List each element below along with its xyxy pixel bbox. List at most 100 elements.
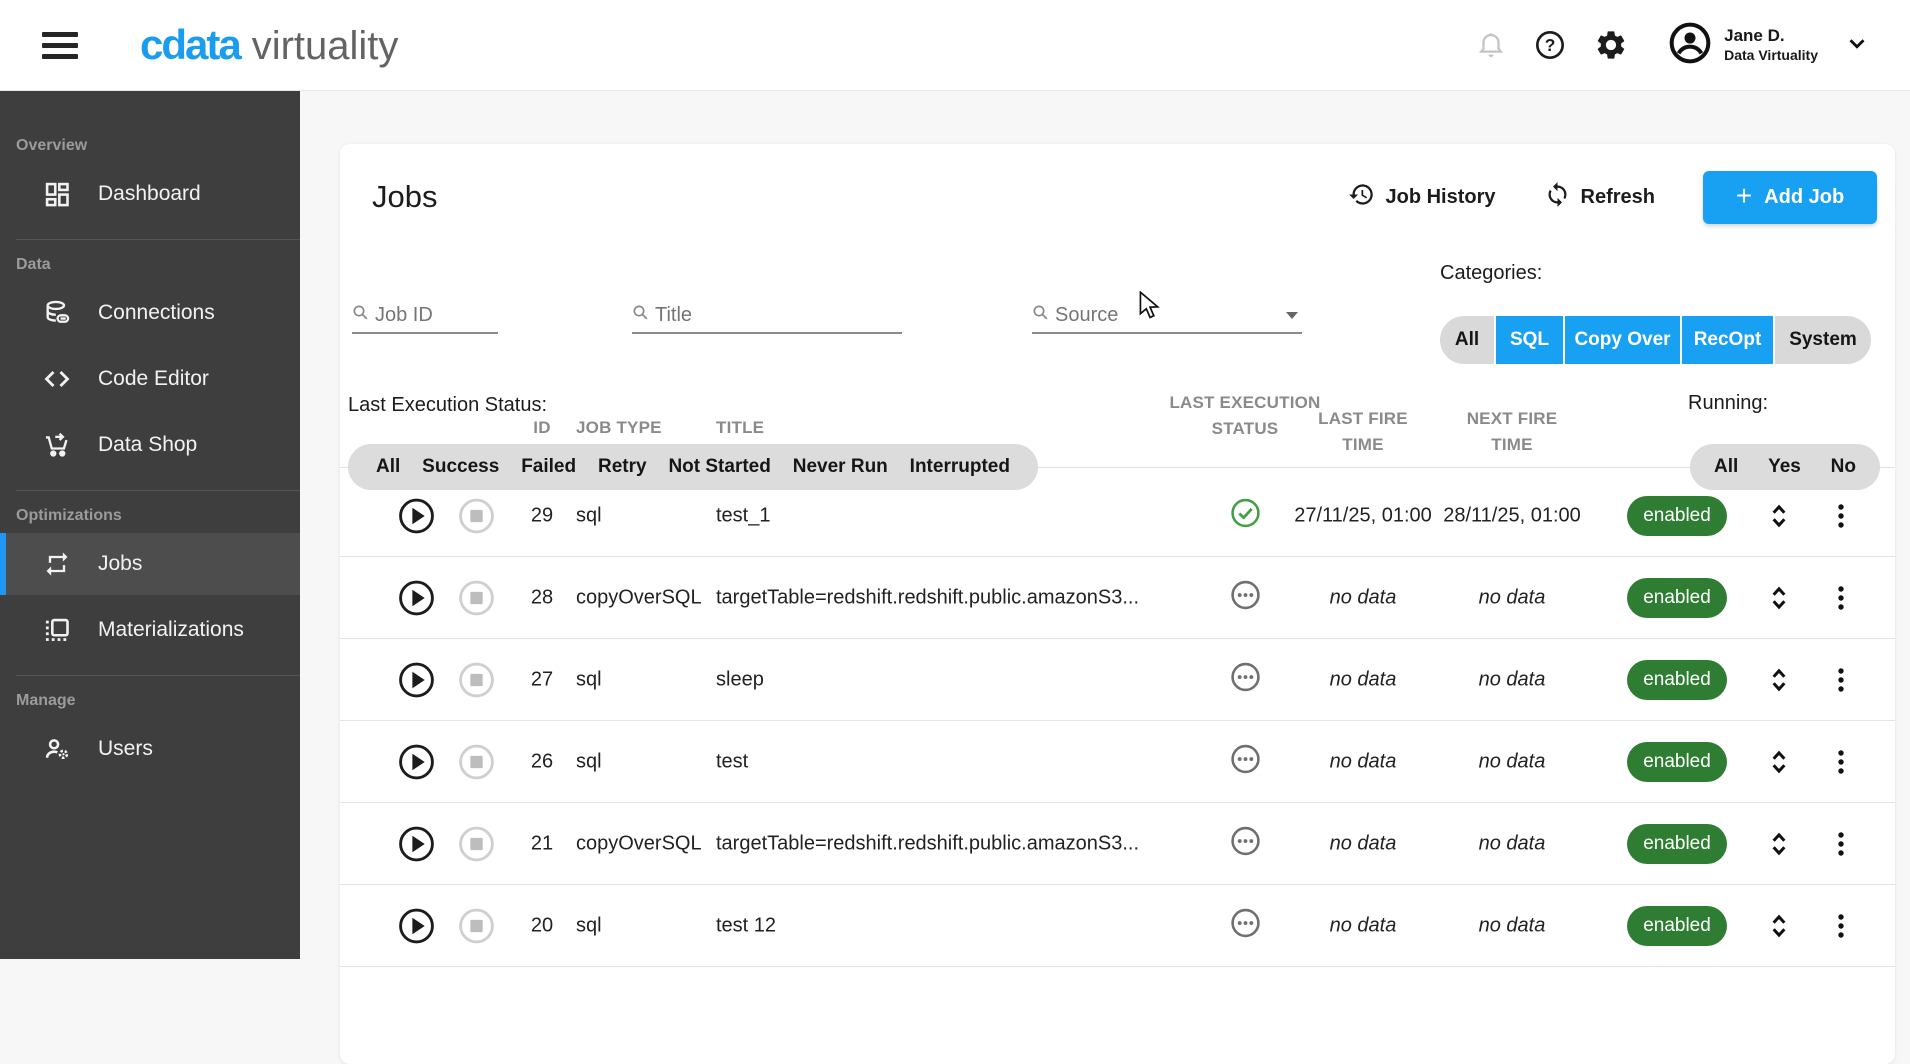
reorder-control[interactable] xyxy=(1764,911,1794,941)
job-type: sql xyxy=(576,668,602,691)
row-menu-button[interactable] xyxy=(1828,747,1854,777)
hamburger-menu-button[interactable] xyxy=(42,29,82,61)
status-chip-failed[interactable]: Failed xyxy=(521,456,576,478)
run-job-button[interactable] xyxy=(398,825,435,862)
sidebar-section-manage: Manage xyxy=(16,692,300,714)
sidebar-item-materializations[interactable]: Materializations xyxy=(0,599,300,661)
job-title: test xyxy=(716,750,748,773)
running-chip-no[interactable]: No xyxy=(1831,456,1856,478)
sidebar-item-data-shop[interactable]: Data Shop xyxy=(0,414,300,476)
job-id-input[interactable] xyxy=(375,304,498,327)
run-job-button[interactable] xyxy=(398,743,435,780)
status-chip-retry[interactable]: Retry xyxy=(598,456,647,478)
row-menu-button[interactable] xyxy=(1828,583,1854,613)
sidebar-item-code-editor[interactable]: Code Editor xyxy=(0,348,300,410)
next-fire-time: no data xyxy=(1427,586,1597,609)
status-chip-success[interactable]: Success xyxy=(422,456,499,478)
row-menu-button[interactable] xyxy=(1828,829,1854,859)
column-header-title: TITLE xyxy=(716,418,764,438)
row-menu-button[interactable] xyxy=(1828,665,1854,695)
reorder-control[interactable] xyxy=(1764,829,1794,859)
add-job-label: Add Job xyxy=(1764,186,1844,209)
title-filter xyxy=(632,298,902,334)
job-title: test_1 xyxy=(716,504,770,527)
status-filter-chipbar: All Success Failed Retry Not Started Nev… xyxy=(348,444,1038,490)
job-history-label: Job History xyxy=(1385,186,1495,209)
job-state-badge: enabled xyxy=(1627,824,1727,864)
pending-status-icon xyxy=(1230,825,1261,862)
next-fire-time: no data xyxy=(1427,914,1597,937)
job-type: copyOverSQL xyxy=(576,832,702,855)
connections-icon xyxy=(42,299,72,327)
status-chip-not-started[interactable]: Not Started xyxy=(668,456,770,478)
status-chip-all[interactable]: All xyxy=(376,456,400,478)
job-type: copyOverSQL xyxy=(576,586,702,609)
job-type: sql xyxy=(576,504,602,527)
next-fire-time: no data xyxy=(1427,832,1597,855)
status-chip-never-run[interactable]: Never Run xyxy=(793,456,888,478)
stop-job-button[interactable] xyxy=(458,825,495,862)
title-input[interactable] xyxy=(655,304,902,327)
help-icon[interactable]: ? xyxy=(1534,29,1566,61)
success-status-icon xyxy=(1230,497,1261,534)
run-job-button[interactable] xyxy=(398,579,435,616)
sidebar-item-label: Dashboard xyxy=(98,182,201,206)
category-segment[interactable]: System xyxy=(1775,316,1871,364)
sidebar: Overview Dashboard Data Connections Code… xyxy=(0,91,300,959)
row-menu-button[interactable] xyxy=(1828,501,1854,531)
sidebar-item-jobs[interactable]: Jobs xyxy=(0,533,300,595)
run-job-button[interactable] xyxy=(398,661,435,698)
sidebar-item-connections[interactable]: Connections xyxy=(0,282,300,344)
job-id-filter xyxy=(352,298,498,334)
row-menu-button[interactable] xyxy=(1828,911,1854,941)
running-chip-all[interactable]: All xyxy=(1714,456,1738,478)
category-segment[interactable]: RecOpt xyxy=(1682,316,1773,364)
user-name: Jane D. xyxy=(1724,26,1818,46)
next-fire-time: no data xyxy=(1427,750,1597,773)
stop-job-button[interactable] xyxy=(458,907,495,944)
reorder-control[interactable] xyxy=(1764,501,1794,531)
card-header: Jobs Job History Refresh + Add Job xyxy=(372,170,1877,224)
status-chip-interrupted[interactable]: Interrupted xyxy=(910,456,1010,478)
sidebar-item-dashboard[interactable]: Dashboard xyxy=(0,163,300,225)
job-history-button[interactable]: Job History xyxy=(1348,181,1495,214)
job-status-cell xyxy=(1230,661,1261,698)
job-state-badge: enabled xyxy=(1627,742,1727,782)
reorder-control[interactable] xyxy=(1764,583,1794,613)
sidebar-section-optimizations: Optimizations xyxy=(16,507,300,529)
settings-gear-icon[interactable] xyxy=(1594,28,1628,62)
avatar xyxy=(1668,21,1712,70)
users-icon xyxy=(42,735,72,763)
stop-job-button[interactable] xyxy=(458,497,495,534)
running-chip-yes[interactable]: Yes xyxy=(1768,456,1801,478)
last-fire-time: no data xyxy=(1278,832,1448,855)
job-id: 27 xyxy=(512,668,572,691)
job-type: sql xyxy=(576,750,602,773)
page-title: Jobs xyxy=(372,179,437,215)
sidebar-divider xyxy=(16,675,300,676)
source-filter xyxy=(1032,298,1302,334)
reorder-control[interactable] xyxy=(1764,747,1794,777)
stop-job-button[interactable] xyxy=(458,661,495,698)
source-select-input[interactable] xyxy=(1055,304,1280,327)
job-state-badge: enabled xyxy=(1627,906,1727,946)
pending-status-icon xyxy=(1230,661,1261,698)
last-fire-time: no data xyxy=(1278,586,1448,609)
dropdown-caret-icon[interactable] xyxy=(1286,312,1298,319)
stop-job-button[interactable] xyxy=(458,579,495,616)
category-segment[interactable]: Copy Over xyxy=(1565,316,1680,364)
add-job-button[interactable]: + Add Job xyxy=(1703,171,1877,224)
run-job-button[interactable] xyxy=(398,907,435,944)
table-row: 27 sql sleep no data no data enabled xyxy=(340,639,1895,721)
category-segment[interactable]: SQL xyxy=(1496,316,1563,364)
reorder-control[interactable] xyxy=(1764,665,1794,695)
sidebar-item-users[interactable]: Users xyxy=(0,718,300,780)
search-icon xyxy=(1032,304,1049,326)
code-editor-icon xyxy=(42,365,72,393)
stop-job-button[interactable] xyxy=(458,743,495,780)
refresh-button[interactable]: Refresh xyxy=(1544,181,1655,214)
user-menu[interactable]: Jane D. Data Virtuality xyxy=(1668,21,1870,70)
category-segment[interactable]: All xyxy=(1440,316,1494,364)
notifications-bell-icon[interactable] xyxy=(1476,30,1506,60)
run-job-button[interactable] xyxy=(398,497,435,534)
